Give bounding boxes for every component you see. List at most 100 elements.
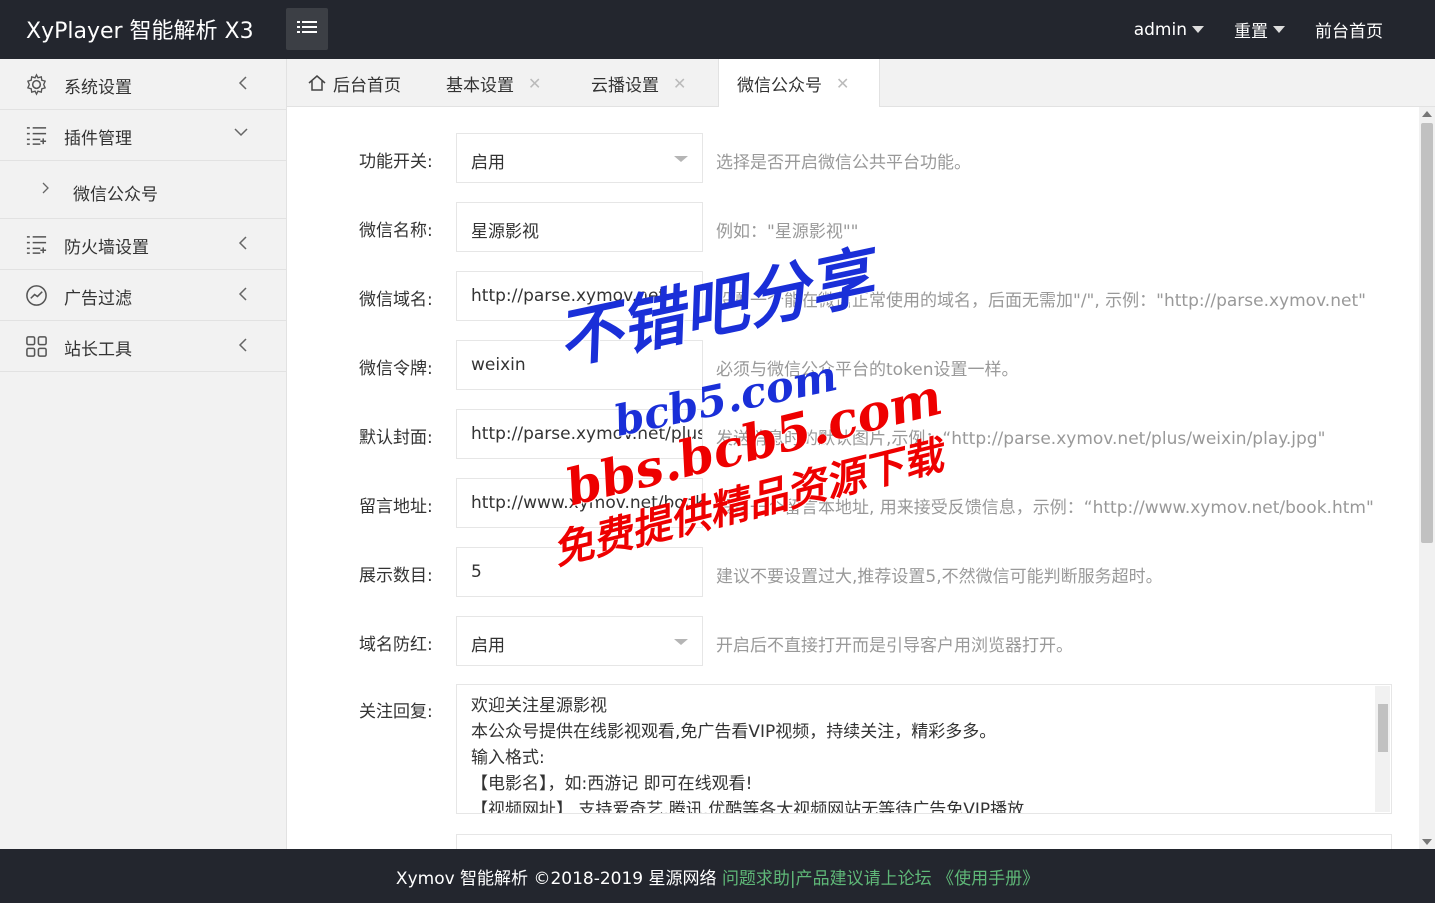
tab-basic-settings[interactable]: 基本设置 ✕ — [446, 59, 541, 107]
grid-icon — [26, 336, 47, 357]
sidebar-item-label: 广告过滤 — [64, 289, 132, 309]
tab-label: 云播设置 — [591, 75, 659, 96]
scrollbar-thumb[interactable] — [1378, 704, 1388, 752]
wechat-name-input[interactable]: 星源影视 — [456, 202, 703, 252]
nav-frontpage-label: 前台首页 — [1315, 22, 1383, 42]
textarea-line: 欢迎关注星源影视 — [471, 696, 607, 716]
chevron-left-icon — [238, 76, 247, 90]
field-label: 留言地址: — [359, 497, 433, 517]
sidebar-subitem-wechat[interactable]: 微信公众号 — [0, 161, 286, 219]
field-hint: 发送消息时的默认图片,示例：“http://parse.xymov.net/pl… — [716, 429, 1326, 449]
field-hint: 设置一个能在微信正常使用的域名，后面无需加"/", 示例："http://par… — [716, 291, 1366, 311]
app-logo[interactable]: XyPlayer 智能解析 X3 — [26, 13, 254, 45]
form-row-count: 展示数目: 5 建议不要设置过大,推荐设置5,不然微信可能判断服务超时。 — [287, 547, 1419, 597]
header-nav: admin 重置 前台首页 — [1104, 0, 1383, 59]
footer-manual-link[interactable]: 《使用手册》 — [937, 869, 1039, 889]
field-hint: 设置一个留言本地址, 用来接受反馈信息，示例：“http://www.xymov… — [716, 498, 1374, 518]
caret-down-icon — [1192, 26, 1204, 33]
textarea-scrollbar[interactable] — [1375, 686, 1390, 812]
sidebar-item-label: 防火墙设置 — [64, 238, 149, 258]
chevron-left-icon — [238, 338, 247, 352]
default-cover-input[interactable]: http://parse.xymov.net/plus/weixin/play.… — [456, 409, 703, 459]
guestbook-url-input[interactable]: http://www.xymov.net/book.htm — [456, 478, 703, 528]
field-hint: 必须与微信公众平台的token设置一样。 — [716, 360, 1019, 380]
textarea-line: 【电影名】，如:西游记 即可在线观看! — [471, 774, 753, 794]
footer-forum-link[interactable]: 问题求助|产品建议请上论坛 — [722, 869, 932, 889]
menu-icon — [297, 21, 317, 33]
form-row-token: 微信令牌: weixin 必须与微信公众平台的token设置一样。 — [287, 340, 1419, 390]
chevron-down-icon — [234, 128, 248, 137]
gear-icon — [26, 73, 47, 96]
tab-label: 微信公众号 — [737, 75, 822, 96]
display-count-input[interactable]: 5 — [456, 547, 703, 597]
field-label: 关注回复: — [359, 702, 433, 722]
next-textarea[interactable] — [456, 834, 1392, 849]
footer: Xymov 智能解析 ©2018-2019 星源网络 问题求助|产品建议请上论坛… — [0, 849, 1435, 903]
sidebar-item-plugins[interactable]: 插件管理 — [0, 110, 286, 161]
menu-toggle-button[interactable] — [286, 8, 328, 50]
dropdown-arrow-icon — [674, 639, 688, 645]
field-label: 微信域名: — [359, 290, 433, 310]
tab-dashboard[interactable]: 后台首页 — [307, 59, 401, 107]
form-row-switch: 功能开关: 启用 选择是否开启微信公共平台功能。 — [287, 133, 1419, 183]
domain-antiblock-select[interactable]: 启用 — [456, 616, 703, 666]
main-content: 功能开关: 启用 选择是否开启微信公共平台功能。 微信名称: 星源影视 例如："… — [287, 107, 1419, 849]
field-label: 微信名称: — [359, 221, 433, 241]
sidebar-item-ad-filter[interactable]: 广告过滤 — [0, 270, 286, 321]
nav-frontpage[interactable]: 前台首页 — [1315, 17, 1383, 42]
textarea-line: 本公众号提供在线影视观看,免广告看VIP视频，持续关注，精彩多多。 — [471, 722, 997, 742]
field-label: 默认封面: — [359, 428, 433, 448]
field-hint: 选择是否开启微信公共平台功能。 — [716, 153, 971, 173]
sidebar-item-firewall[interactable]: 防火墙设置 — [0, 219, 286, 270]
page-scrollbar[interactable] — [1419, 107, 1435, 849]
form-row-antiblock: 域名防红: 启用 开启后不直接打开而是引导客户用浏览器打开。 — [287, 616, 1419, 666]
list-icon — [26, 236, 47, 254]
form-row-guestbook: 留言地址: http://www.xymov.net/book.htm 设置一个… — [287, 478, 1419, 528]
tab-label: 基本设置 — [446, 75, 514, 96]
field-label: 功能开关: — [359, 152, 433, 172]
form-row-name: 微信名称: 星源影视 例如："星源影视"" — [287, 202, 1419, 252]
sidebar-item-label: 站长工具 — [64, 340, 132, 360]
wechat-token-input[interactable]: weixin — [456, 340, 703, 390]
nav-admin-label: admin — [1133, 19, 1187, 40]
field-hint: 建议不要设置过大,推荐设置5,不然微信可能判断服务超时。 — [716, 567, 1163, 587]
sidebar-item-system-settings[interactable]: 系统设置 — [0, 59, 286, 110]
close-icon[interactable]: ✕ — [673, 74, 686, 93]
chevron-right-icon — [42, 182, 49, 194]
form-row-domain: 微信域名: http://parse.xymov.net 设置一个能在微信正常使… — [287, 271, 1419, 321]
sidebar-item-webmaster-tools[interactable]: 站长工具 — [0, 321, 286, 372]
sidebar: 系统设置 插件管理 微信公众号 防火墙设置 广告过滤 站长工具 — [0, 59, 287, 849]
function-switch-select[interactable]: 启用 — [456, 133, 703, 183]
field-label: 微信令牌: — [359, 359, 433, 379]
follow-reply-textarea[interactable]: 欢迎关注星源影视 本公众号提供在线影视观看,免广告看VIP视频，持续关注，精彩多… — [456, 684, 1392, 814]
textarea-line: 【视频网址】 支持爱奇艺,腾讯,优酷等各大视频网站无等待广告免VIP播放 — [471, 800, 1025, 814]
tab-bar: 后台首页 基本设置 ✕ 云播设置 ✕ 微信公众号 ✕ — [287, 59, 1435, 107]
select-value: 启用 — [471, 636, 505, 656]
scroll-up-icon[interactable] — [1422, 111, 1432, 117]
caret-down-icon — [1273, 26, 1285, 33]
close-icon[interactable]: ✕ — [836, 74, 849, 93]
field-hint: 例如："星源影视"" — [716, 222, 859, 242]
home-icon — [308, 75, 326, 91]
sidebar-item-label: 系统设置 — [64, 78, 132, 98]
tab-cloud-settings[interactable]: 云播设置 ✕ — [591, 59, 686, 107]
sidebar-item-label: 插件管理 — [64, 129, 132, 149]
chevron-left-icon — [238, 287, 247, 301]
field-hint: 开启后不直接打开而是引导客户用浏览器打开。 — [716, 636, 1073, 656]
chevron-left-icon — [238, 236, 247, 250]
close-icon[interactable]: ✕ — [528, 74, 541, 93]
tab-label: 后台首页 — [333, 75, 401, 96]
tab-wechat[interactable]: 微信公众号 ✕ — [718, 59, 880, 107]
chart-icon — [26, 285, 47, 306]
nav-reset[interactable]: 重置 — [1234, 17, 1285, 42]
dropdown-arrow-icon — [674, 156, 688, 162]
list-icon — [26, 127, 47, 145]
form-row-cover: 默认封面: http://parse.xymov.net/plus/weixin… — [287, 409, 1419, 459]
field-label: 域名防红: — [359, 635, 433, 655]
nav-admin[interactable]: admin — [1134, 20, 1204, 40]
scrollbar-thumb[interactable] — [1421, 123, 1433, 543]
wechat-domain-input[interactable]: http://parse.xymov.net — [456, 271, 703, 321]
nav-reset-label: 重置 — [1234, 22, 1268, 42]
field-label: 展示数目: — [359, 566, 433, 586]
scroll-down-icon[interactable] — [1422, 839, 1432, 845]
